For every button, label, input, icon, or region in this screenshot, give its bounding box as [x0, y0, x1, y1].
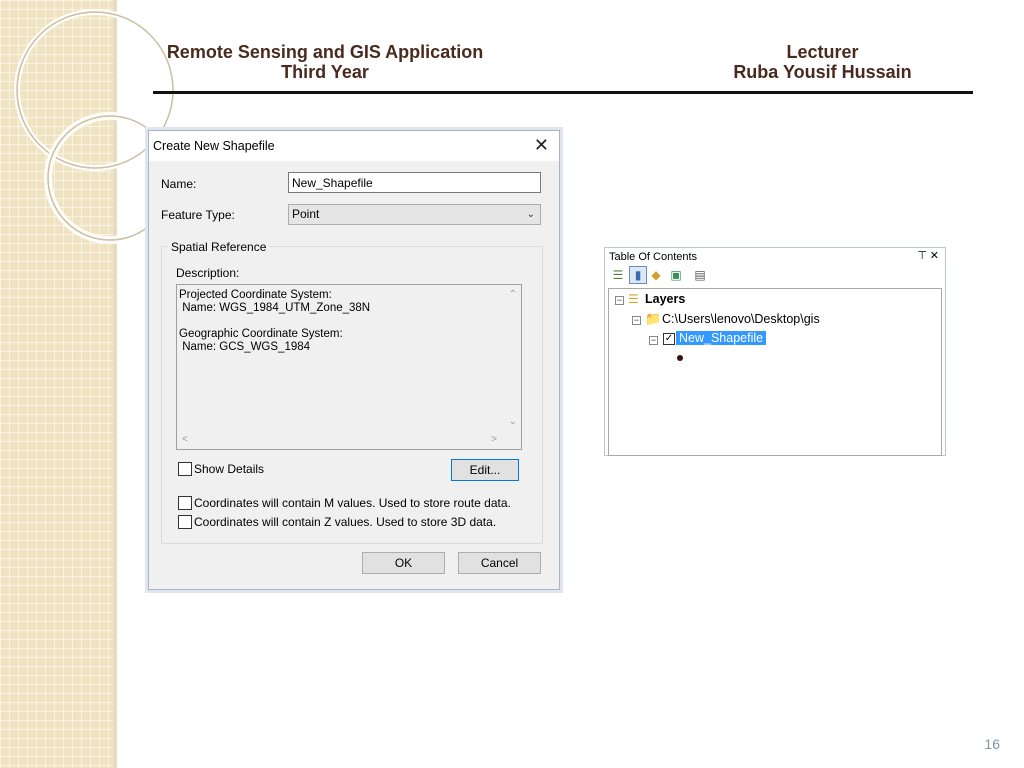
description-line: Geographic Coordinate System:	[179, 328, 343, 340]
dialog-title: Create New Shapefile	[153, 139, 275, 153]
description-label: Description:	[176, 266, 240, 280]
layers-icon: ☰	[628, 292, 639, 306]
tree-folder-path[interactable]: C:\Users\lenovo\Desktop\gis	[662, 312, 820, 326]
tree-root-layers[interactable]: Layers	[645, 292, 685, 306]
description-box[interactable]: Projected Coordinate System: Name: WGS_1…	[176, 284, 522, 450]
z-values-checkbox[interactable]	[178, 515, 192, 529]
course-title: Remote Sensing and GIS Application Third…	[150, 42, 500, 82]
lecturer-label: Lecturer	[786, 42, 859, 62]
z-values-label: Coordinates will contain Z values. Used …	[194, 515, 497, 529]
spatial-reference-legend: Spatial Reference	[168, 240, 270, 254]
lecturer-name: Ruba Yousif Hussain	[733, 62, 912, 82]
cancel-button[interactable]: Cancel	[458, 552, 541, 574]
create-new-shapefile-dialog: Create New Shapefile ✕ Name: New_Shapefi…	[148, 130, 560, 590]
description-line: Projected Coordinate System:	[179, 289, 332, 301]
description-line: Name: WGS_1984_UTM_Zone_38N	[179, 302, 371, 314]
ok-button[interactable]: OK	[362, 552, 445, 574]
list-by-drawing-order-icon[interactable]: ☰	[610, 267, 626, 283]
edit-button[interactable]: Edit...	[451, 459, 519, 481]
list-by-selection-icon[interactable]: ▣	[668, 267, 684, 283]
page-number: 16	[984, 736, 1000, 752]
options-icon[interactable]: ▤	[692, 267, 708, 283]
close-icon[interactable]: ✕	[930, 249, 939, 262]
m-values-label: Coordinates will contain M values. Used …	[194, 496, 511, 510]
feature-type-label: Feature Type:	[161, 208, 235, 222]
show-details-label: Show Details	[194, 462, 265, 476]
folder-icon: 📁	[645, 311, 662, 326]
header-divider	[153, 91, 973, 94]
list-by-visibility-icon[interactable]: ◆	[648, 267, 664, 283]
name-label: Name:	[161, 177, 197, 191]
collapse-icon[interactable]: −	[649, 336, 658, 345]
scroll-right-icon[interactable]: >	[491, 433, 497, 446]
point-symbol-icon	[677, 355, 683, 361]
list-by-source-icon[interactable]: ▮	[629, 266, 647, 284]
scroll-down-icon[interactable]: ⌄	[509, 415, 517, 428]
description-line	[179, 315, 370, 328]
tree-layer-new-shapefile[interactable]: New_Shapefile	[676, 331, 767, 345]
table-of-contents-panel: Table Of Contents ⊤ ✕ ☰ ▮ ◆ ▣ ▤ − ☰ Laye…	[604, 247, 946, 456]
feature-type-select[interactable]: Point ⌄	[288, 204, 541, 225]
scroll-left-icon[interactable]: <	[182, 433, 188, 446]
feature-type-value: Point	[292, 207, 320, 221]
toc-tree-pane: − ☰ Layers − 📁 C:\Users\lenovo\Desktop\g…	[608, 288, 942, 456]
show-details-checkbox[interactable]	[178, 462, 192, 476]
collapse-icon[interactable]: −	[632, 316, 641, 325]
toc-toolbar: ☰ ▮ ◆ ▣ ▤	[605, 265, 945, 287]
m-values-checkbox[interactable]	[178, 496, 192, 510]
description-line: Name: GCS_WGS_1984	[179, 341, 311, 353]
pin-icon[interactable]: ⊤	[917, 249, 927, 262]
close-icon[interactable]: ✕	[534, 135, 549, 156]
toc-title: Table Of Contents	[609, 251, 698, 263]
lecturer-block: Lecturer Ruba Yousif Hussain	[700, 42, 945, 82]
scroll-up-icon[interactable]: ⌃	[509, 288, 517, 301]
description-text: Projected Coordinate System: Name: WGS_1…	[179, 289, 370, 354]
layer-visibility-checkbox[interactable]: ✓	[663, 333, 675, 345]
chevron-down-icon: ⌄	[526, 209, 535, 220]
course-title-line2: Third Year	[281, 62, 369, 82]
name-input[interactable]: New_Shapefile	[288, 172, 541, 193]
course-title-line1: Remote Sensing and GIS Application	[166, 42, 484, 62]
collapse-icon[interactable]: −	[615, 296, 624, 305]
